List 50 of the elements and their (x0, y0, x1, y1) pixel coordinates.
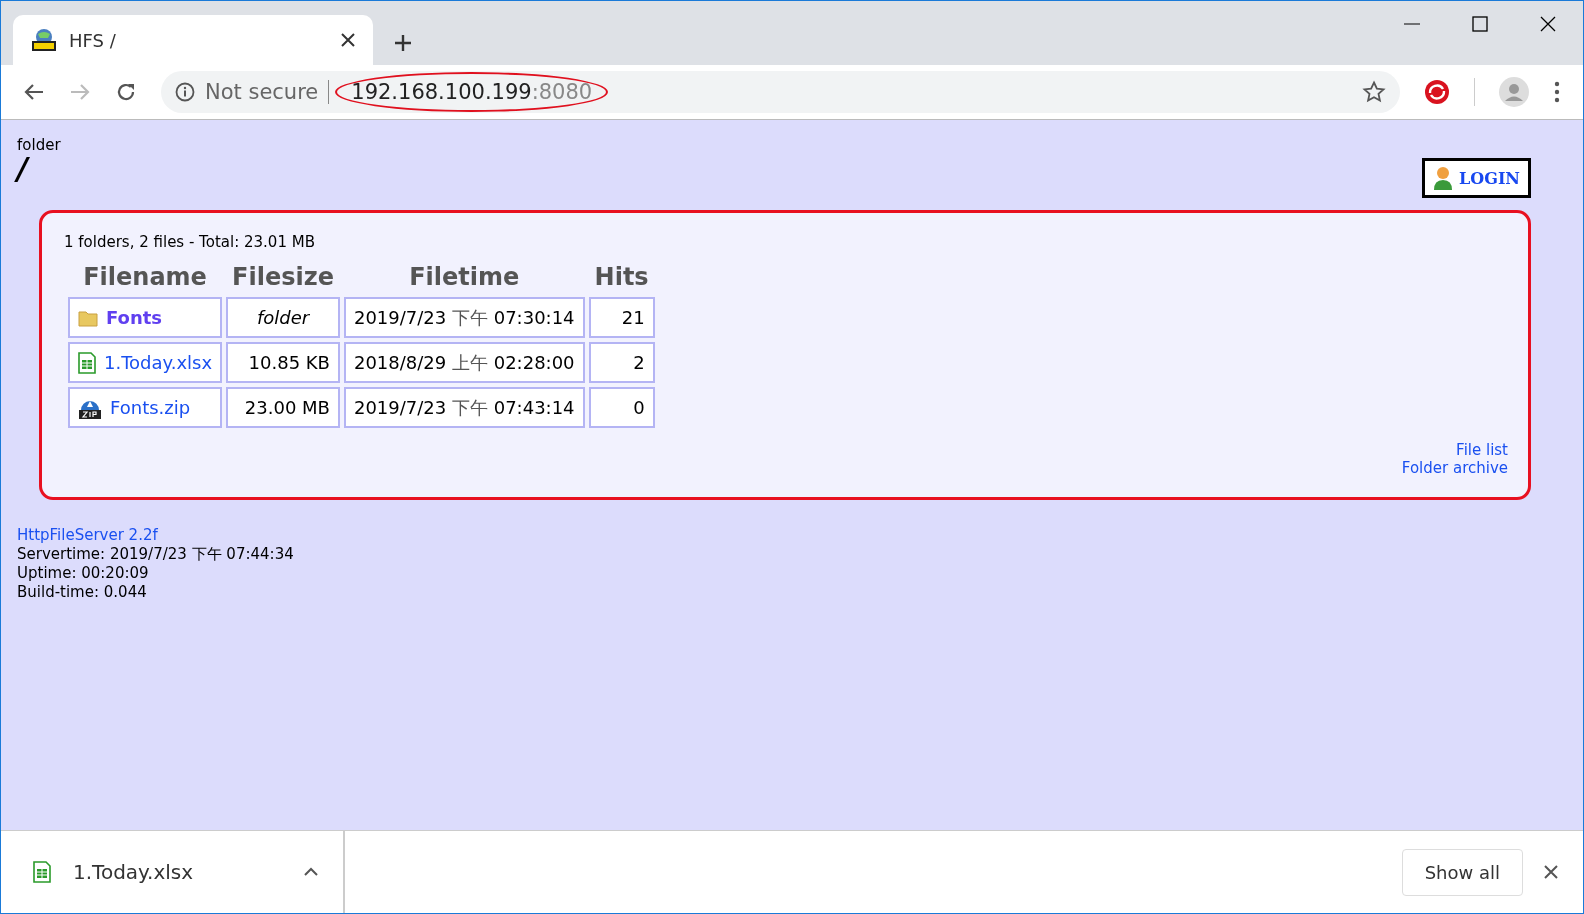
table-cell: 10.85 KB (226, 342, 340, 383)
maximize-icon[interactable] (1471, 15, 1489, 33)
table-cell: 21 (588, 297, 655, 338)
download-filename: 1.Today.xlsx (73, 860, 195, 884)
summary-text: 1 folders, 2 files - Total: 23.01 MB (64, 233, 316, 251)
server-info-text: Build-time: 0.044 (17, 583, 148, 602)
file-link[interactable]: 1.Today.xlsx (104, 352, 213, 373)
close-icon[interactable] (1543, 864, 1559, 880)
login-button[interactable]: LOGIN (1422, 158, 1531, 198)
address-bar[interactable]: Not secure 192.168.100.199:8080 (161, 71, 1400, 113)
close-tab-icon[interactable] (341, 33, 355, 47)
menu-icon[interactable] (1553, 81, 1561, 103)
table-cell: folder (226, 297, 340, 338)
table-cell: 2018/8/29 上午 02:28:00 (343, 342, 585, 383)
globe-logo-icon (31, 28, 57, 52)
spreadsheet-icon (78, 351, 96, 374)
download-item[interactable]: 1.Today.xlsx (33, 831, 345, 913)
close-window-icon[interactable] (1539, 15, 1557, 33)
file-link[interactable]: Fonts.zip (110, 397, 191, 418)
column-header[interactable]: Hits (588, 261, 655, 293)
spreadsheet-icon (33, 860, 51, 884)
new-tab-icon[interactable] (393, 33, 413, 53)
show-all-button[interactable]: Show all (1401, 848, 1523, 896)
server-info-text: Servertime: 2019/7/23 下午 07:44:34 (17, 545, 295, 564)
browser-tab[interactable]: HFS / (13, 15, 373, 65)
table-cell: 2019/7/23 下午 07:30:14 (343, 297, 585, 338)
caret-up-icon[interactable] (303, 867, 319, 877)
table-cell: 23.00 MB (226, 387, 340, 428)
column-header[interactable]: Filesize (226, 261, 340, 293)
extension-icon[interactable] (1424, 79, 1450, 105)
table-cell: 0 (588, 387, 655, 428)
bookmark-star-icon[interactable] (1362, 80, 1386, 104)
table-cell: 2 (588, 342, 655, 383)
reload-icon[interactable] (115, 81, 137, 103)
url-host: 192.168.100.199 (351, 80, 532, 104)
profile-avatar-icon[interactable] (1499, 77, 1529, 107)
column-header[interactable]: Filetime (343, 261, 585, 293)
file-link[interactable]: Fonts (106, 307, 163, 328)
security-label: Not secure (205, 80, 319, 104)
panel-link[interactable]: File list (1456, 441, 1508, 459)
url-port: :8080 (531, 80, 593, 104)
server-link[interactable]: HttpFileServer 2.2f (17, 526, 158, 544)
column-header[interactable]: Filename (68, 261, 223, 293)
folder-icon (78, 308, 98, 327)
server-info-text: Uptime: 00:20:09 (17, 564, 150, 583)
user-icon (1433, 166, 1454, 190)
table-cell: 2019/7/23 下午 07:43:14 (343, 387, 585, 428)
folder-label: folder (17, 136, 61, 154)
panel-link[interactable]: Folder archive (1401, 459, 1508, 477)
info-icon (175, 82, 195, 102)
